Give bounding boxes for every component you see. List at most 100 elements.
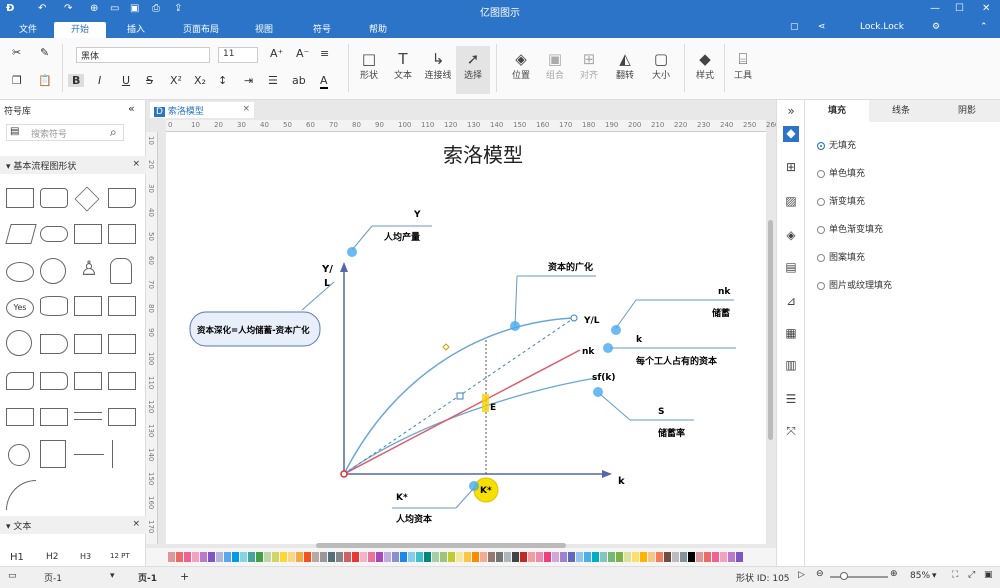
callout-dot[interactable]	[469, 481, 479, 491]
color-swatch[interactable]	[664, 552, 671, 562]
nk-line-label[interactable]: nk	[582, 347, 595, 357]
actor-icon[interactable]: ♙	[80, 256, 98, 280]
bold-button[interactable]: B	[68, 74, 85, 87]
color-swatch[interactable]	[304, 552, 311, 562]
manual-input-shape[interactable]	[74, 334, 102, 354]
color-swatch[interactable]	[576, 552, 583, 562]
option-solid-fill[interactable]: 单色填充	[817, 166, 865, 179]
annotation-shape[interactable]	[112, 440, 134, 468]
color-swatch[interactable]	[528, 552, 535, 562]
control-handle[interactable]	[456, 392, 464, 400]
font-color-icon[interactable]: A	[320, 74, 328, 89]
internal-storage-shape[interactable]	[108, 296, 136, 316]
menu-view[interactable]: 视图	[242, 22, 286, 38]
callout-dot[interactable]	[603, 343, 613, 353]
tape-shape[interactable]	[6, 372, 34, 390]
rect-shape-3[interactable]	[108, 408, 136, 426]
color-swatch[interactable]	[488, 552, 495, 562]
user-name[interactable]: Lock.Lock	[860, 22, 904, 32]
menu-layout[interactable]: 页面布局	[172, 22, 230, 38]
color-swatch[interactable]	[216, 552, 223, 562]
deepening-text[interactable]: 资本深化=人均储蓄-资本广化	[197, 325, 310, 336]
color-swatch[interactable]	[280, 552, 287, 562]
menu-insert[interactable]: 插入	[112, 22, 160, 38]
color-swatch[interactable]	[312, 552, 319, 562]
grid-icon[interactable]: ⊞	[783, 160, 799, 176]
connector-tool[interactable]: ↳ 连接线	[422, 50, 454, 81]
maximize-icon[interactable]: ☐	[955, 3, 964, 14]
position-tool[interactable]: ◈ 位置	[506, 50, 536, 81]
color-swatch[interactable]	[704, 552, 711, 562]
color-swatch[interactable]	[472, 552, 479, 562]
k-tag[interactable]: k	[636, 335, 643, 345]
radio-no-fill[interactable]	[817, 141, 825, 150]
italic-button[interactable]: I	[98, 74, 101, 87]
close-section-icon[interactable]: ×	[132, 159, 140, 169]
decision-shape[interactable]	[74, 186, 100, 212]
color-swatch[interactable]	[368, 552, 375, 562]
image-icon[interactable]: ▨	[783, 194, 799, 210]
direct-data-shape[interactable]	[40, 334, 68, 354]
menu-file[interactable]: 文件	[8, 22, 48, 38]
tab-line[interactable]: 线条	[869, 100, 933, 122]
color-swatch[interactable]	[600, 552, 607, 562]
color-swatch[interactable]	[184, 552, 191, 562]
section-text[interactable]: ▾ 文本 ×	[0, 516, 146, 534]
color-swatch[interactable]	[568, 552, 575, 562]
zoom-out-icon[interactable]: ⊖	[816, 569, 824, 579]
radio-pattern-fill[interactable]	[817, 253, 825, 262]
color-swatch[interactable]	[560, 552, 567, 562]
zoom-in-icon[interactable]: ⊕	[890, 569, 898, 579]
color-swatch[interactable]	[536, 552, 543, 562]
color-swatch[interactable]	[480, 552, 487, 562]
predefined-shape[interactable]	[74, 224, 102, 244]
color-swatch[interactable]	[272, 552, 279, 562]
page-tab[interactable]: 页-1	[138, 571, 157, 584]
y-tag[interactable]: Y	[413, 210, 421, 220]
flip-tool[interactable]: ◭ 翻转	[610, 50, 640, 81]
page-manager-icon[interactable]: ▭	[8, 571, 17, 581]
color-swatch[interactable]	[624, 552, 631, 562]
zoom-slider-handle[interactable]	[840, 572, 848, 580]
outline-icon[interactable]: ☰	[783, 392, 799, 408]
diamond-handle[interactable]	[442, 343, 450, 351]
close-section-icon[interactable]: ×	[132, 519, 140, 529]
color-swatch[interactable]	[672, 552, 679, 562]
option-picture-fill[interactable]: 图片或纹理填充	[817, 278, 892, 291]
yl-label[interactable]: Y/L	[583, 316, 600, 326]
strike-button[interactable]: S	[146, 74, 153, 87]
color-swatch[interactable]	[632, 552, 639, 562]
tab-fill[interactable]: 填充	[805, 100, 869, 122]
manual-op-shape[interactable]	[108, 372, 136, 390]
diagram-title[interactable]: 索洛模型	[443, 144, 523, 167]
sfk-label[interactable]: sf(k)	[592, 373, 615, 383]
connector-circle-shape[interactable]	[8, 444, 30, 466]
display-shape[interactable]	[6, 330, 32, 356]
manual-loop-shape[interactable]	[108, 334, 136, 354]
brush-icon[interactable]: ✎	[40, 46, 49, 59]
color-swatch[interactable]	[336, 552, 343, 562]
play-icon[interactable]: ▷	[798, 570, 805, 580]
s-desc[interactable]: 储蓄率	[658, 427, 685, 439]
font-select[interactable]: 黑体	[76, 47, 210, 63]
color-swatch[interactable]	[416, 552, 423, 562]
person-shape[interactable]	[110, 258, 132, 284]
color-swatch[interactable]	[176, 552, 183, 562]
color-swatch[interactable]	[640, 552, 647, 562]
color-swatch[interactable]	[712, 552, 719, 562]
menu-home[interactable]: 开始	[54, 22, 106, 38]
preparation-shape[interactable]	[74, 372, 102, 390]
nk-line[interactable]	[343, 349, 581, 475]
endpoint-handle[interactable]	[570, 314, 578, 322]
option-no-fill[interactable]: 无填充	[817, 138, 856, 151]
text-sample-pt[interactable]: 12 PT	[110, 552, 130, 560]
card-shape[interactable]	[74, 296, 102, 316]
color-swatch[interactable]	[248, 552, 255, 562]
search-icon[interactable]: ⌕	[110, 125, 117, 140]
document-tab[interactable]: D 索洛模型 ×	[150, 102, 254, 118]
align-icon[interactable]: ≡	[320, 47, 329, 60]
close-icon[interactable]: ✕	[982, 3, 990, 14]
rect-shape-2[interactable]	[40, 408, 68, 426]
e-point-highlight[interactable]	[482, 394, 489, 412]
color-swatch[interactable]	[656, 552, 663, 562]
